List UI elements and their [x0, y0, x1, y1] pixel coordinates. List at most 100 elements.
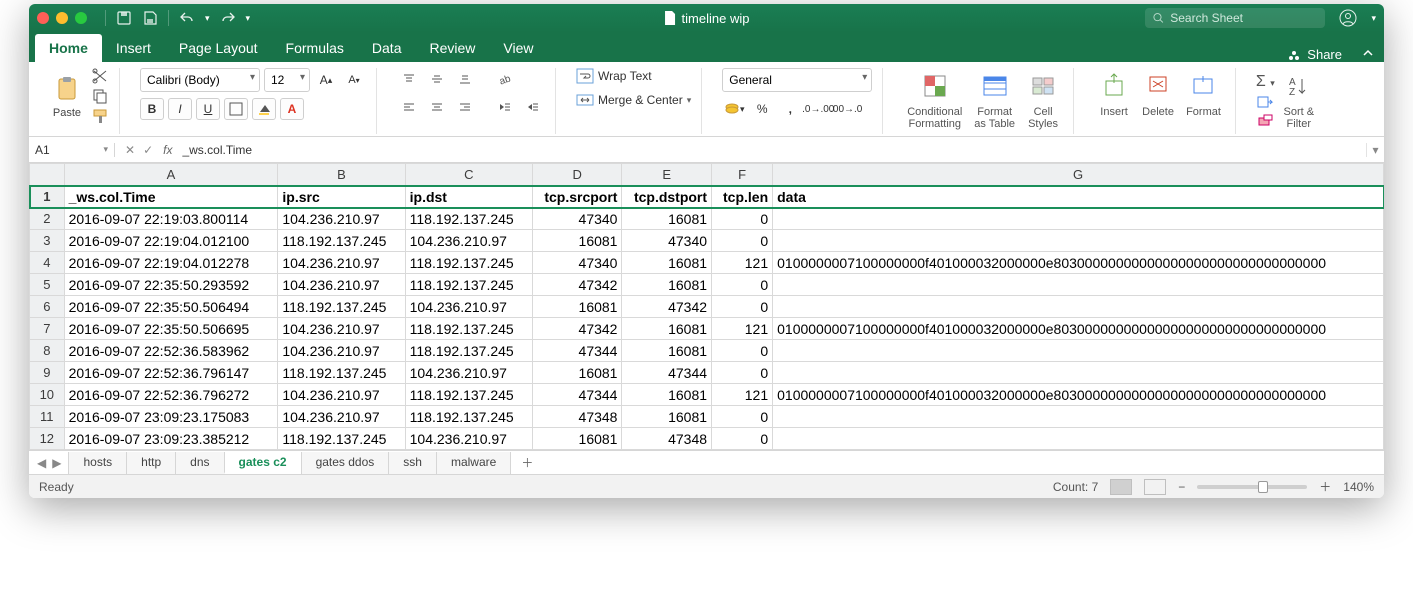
cell[interactable] [773, 340, 1384, 362]
cell[interactable]: 118.192.137.245 [278, 230, 405, 252]
redo-icon[interactable] [220, 10, 236, 26]
cell[interactable]: 2016-09-07 22:35:50.506494 [64, 296, 278, 318]
cancel-formula-button[interactable]: ✕ [125, 143, 135, 157]
cell[interactable]: 121 [712, 318, 773, 340]
col-header-b[interactable]: B [278, 164, 405, 186]
font-name-select[interactable]: Calibri (Body) [140, 68, 260, 92]
undo-icon[interactable] [179, 10, 195, 26]
row-header[interactable]: 7 [30, 318, 65, 340]
cell[interactable]: 47348 [622, 428, 712, 450]
cell[interactable]: data [773, 186, 1384, 208]
cell[interactable]: 104.236.210.97 [278, 340, 405, 362]
format-cells-button[interactable]: Format [1182, 68, 1225, 120]
cell[interactable]: 2016-09-07 22:52:36.583962 [64, 340, 278, 362]
col-header-d[interactable]: D [532, 164, 622, 186]
row-header[interactable]: 4 [30, 252, 65, 274]
fill-color-button[interactable] [252, 98, 276, 120]
cell[interactable]: 104.236.210.97 [278, 406, 405, 428]
cell[interactable] [773, 208, 1384, 230]
cell[interactable]: 16081 [622, 406, 712, 428]
table-row[interactable]: 122016-09-07 23:09:23.385212118.192.137.… [30, 428, 1384, 450]
cell[interactable]: tcp.len [712, 186, 773, 208]
cell[interactable]: 47344 [622, 362, 712, 384]
search-sheet-box[interactable] [1145, 8, 1325, 28]
undo-dropdown[interactable]: ▾ [205, 13, 210, 24]
wrap-text-button[interactable]: Wrap Text [576, 68, 691, 84]
share-button[interactable]: Share [1277, 47, 1352, 62]
enter-formula-button[interactable]: ✓ [143, 143, 153, 157]
row-header[interactable]: 9 [30, 362, 65, 384]
col-header-g[interactable]: G [773, 164, 1384, 186]
decrease-font-button[interactable]: A▾ [342, 69, 366, 91]
percent-button[interactable]: % [750, 98, 774, 120]
fill-button[interactable] [1256, 95, 1274, 109]
tab-insert[interactable]: Insert [102, 34, 165, 62]
cell[interactable]: 0 [712, 296, 773, 318]
cell[interactable]: 0100000007100000000f401000032000000e8030… [773, 384, 1384, 406]
cell[interactable]: 104.236.210.97 [278, 318, 405, 340]
table-row[interactable]: 1_ws.col.Timeip.srcip.dsttcp.srcporttcp.… [30, 186, 1384, 208]
zoom-in-button[interactable]: ＋ [1319, 478, 1331, 495]
tab-page-layout[interactable]: Page Layout [165, 34, 272, 62]
cell[interactable]: 16081 [532, 428, 622, 450]
cell[interactable]: 2016-09-07 23:09:23.175083 [64, 406, 278, 428]
cell[interactable]: 121 [712, 384, 773, 406]
cell[interactable]: 0100000007100000000f401000032000000e8030… [773, 318, 1384, 340]
col-header-f[interactable]: F [712, 164, 773, 186]
cell[interactable]: 47344 [532, 340, 622, 362]
cell[interactable]: 2016-09-07 22:35:50.506695 [64, 318, 278, 340]
delete-cells-button[interactable]: Delete [1138, 68, 1178, 120]
sheet-tab[interactable]: http [126, 452, 176, 474]
cell[interactable]: 16081 [532, 230, 622, 252]
increase-decimal-button[interactable]: .0→.00 [806, 98, 830, 120]
cell[interactable]: 16081 [622, 274, 712, 296]
save-icon[interactable] [142, 10, 158, 26]
cell[interactable]: 118.192.137.245 [405, 384, 532, 406]
cell[interactable]: 47348 [532, 406, 622, 428]
cell[interactable]: 104.236.210.97 [278, 252, 405, 274]
cell[interactable]: 118.192.137.245 [405, 406, 532, 428]
col-header-e[interactable]: E [622, 164, 712, 186]
align-left-button[interactable] [397, 96, 421, 118]
tab-view[interactable]: View [489, 34, 547, 62]
row-header[interactable]: 12 [30, 428, 65, 450]
cell[interactable]: 47340 [622, 230, 712, 252]
sheet-tab[interactable]: gates c2 [224, 452, 302, 474]
cell[interactable]: 104.236.210.97 [405, 230, 532, 252]
merge-center-button[interactable]: Merge & Center ▾ [576, 92, 691, 108]
sheet-tab[interactable]: hosts [68, 452, 127, 474]
expand-formula-bar-button[interactable]: ▾ [1366, 143, 1384, 157]
cell[interactable]: 47340 [532, 208, 622, 230]
decrease-indent-button[interactable] [493, 96, 517, 118]
view-normal-button[interactable] [1110, 479, 1132, 495]
zoom-level[interactable]: 140% [1343, 480, 1374, 494]
cut-icon[interactable] [91, 68, 109, 84]
underline-button[interactable]: U [196, 98, 220, 120]
cell-styles-button[interactable]: Cell Styles [1023, 68, 1063, 132]
row-header[interactable]: 3 [30, 230, 65, 252]
table-row[interactable]: 72016-09-07 22:35:50.506695104.236.210.9… [30, 318, 1384, 340]
paste-button[interactable]: Paste [47, 71, 87, 121]
tab-data[interactable]: Data [358, 34, 416, 62]
cell[interactable]: 16081 [622, 340, 712, 362]
autosave-icon[interactable] [116, 10, 132, 26]
cell[interactable]: 47342 [532, 274, 622, 296]
name-box[interactable]: A1 ▾ [29, 143, 115, 157]
minimize-window-button[interactable] [56, 12, 68, 24]
cell[interactable] [773, 274, 1384, 296]
italic-button[interactable]: I [168, 98, 192, 120]
cell[interactable]: 47344 [532, 384, 622, 406]
align-bottom-button[interactable] [453, 68, 477, 90]
row-header[interactable]: 6 [30, 296, 65, 318]
cell[interactable]: tcp.srcport [532, 186, 622, 208]
cell[interactable]: 118.192.137.245 [405, 208, 532, 230]
decrease-decimal-button[interactable]: .00→.0 [834, 98, 858, 120]
cell[interactable]: 16081 [622, 318, 712, 340]
border-button[interactable] [224, 98, 248, 120]
cell[interactable]: 104.236.210.97 [405, 296, 532, 318]
cell[interactable]: 47342 [622, 296, 712, 318]
sheet-tab[interactable]: gates ddos [301, 452, 390, 474]
align-middle-button[interactable] [425, 68, 449, 90]
table-row[interactable]: 92016-09-07 22:52:36.796147118.192.137.2… [30, 362, 1384, 384]
font-color-button[interactable]: A [280, 98, 304, 120]
